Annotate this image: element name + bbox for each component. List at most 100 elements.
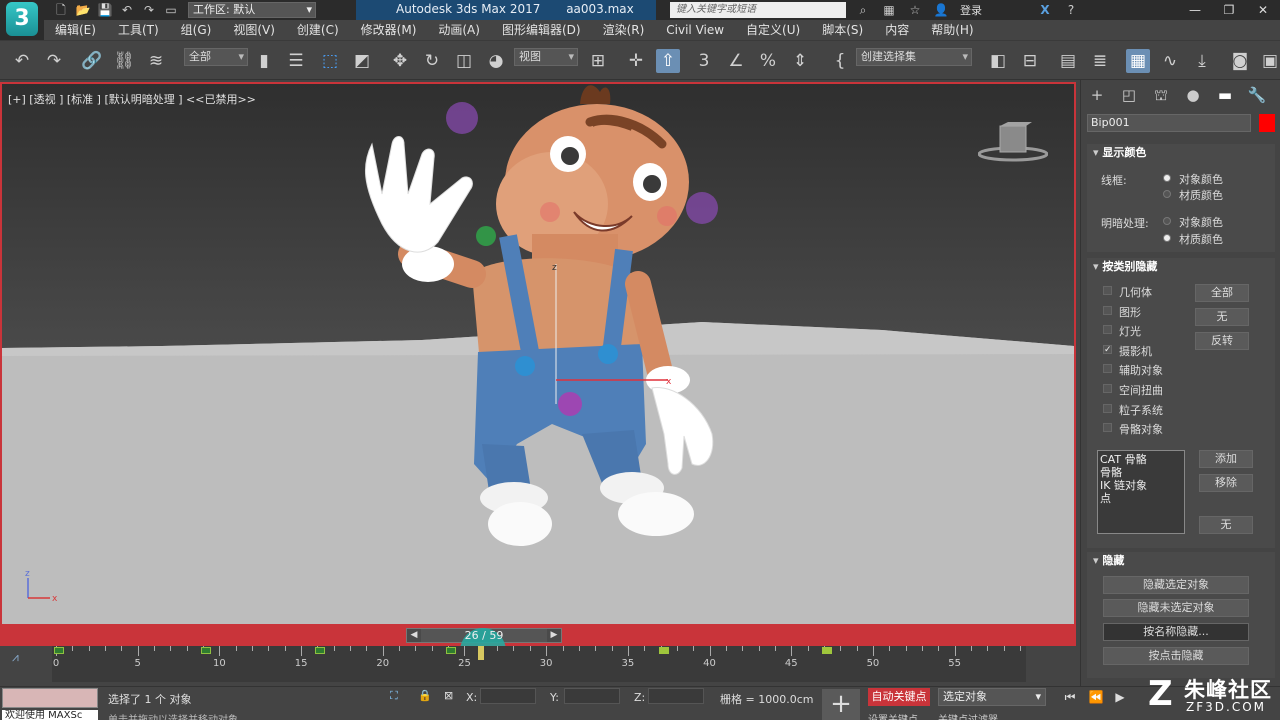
window-crossing-icon[interactable]: ◩ <box>350 49 374 73</box>
hide-header[interactable]: 隐藏 <box>1087 552 1275 570</box>
category-checkbox[interactable] <box>1103 305 1112 315</box>
display-color-header[interactable]: 显示颜色 <box>1087 144 1275 162</box>
viewcube-icon[interactable] <box>978 122 1048 166</box>
key-marker[interactable] <box>54 647 64 654</box>
list-item[interactable]: 点 <box>1100 492 1182 505</box>
maxscript-listener[interactable] <box>2 688 98 708</box>
hierarchy-tab-icon[interactable]: ⛫ <box>1149 84 1173 106</box>
hide-selected-button[interactable]: 隐藏选定对象 <box>1103 576 1249 594</box>
spinner-snap-icon[interactable]: ⇕ <box>788 49 812 73</box>
selected-object-dropdown[interactable]: 选定对象 <box>938 688 1046 706</box>
close-icon[interactable]: ✕ <box>1246 0 1280 20</box>
menu-edit[interactable]: 编辑(E) <box>44 20 107 40</box>
add-time-tag-icon[interactable]: + <box>822 689 860 720</box>
menu-rendering[interactable]: 渲染(R) <box>592 20 656 40</box>
favorites-star-icon[interactable]: ☆ <box>906 2 924 18</box>
perspective-viewport[interactable]: [+] [透视 ] [标准 ] [默认明暗处理 ] <<已禁用>> z x z … <box>0 82 1076 642</box>
previous-key-icon[interactable]: ⏪ <box>1086 688 1106 706</box>
menu-create[interactable]: 创建(C) <box>286 20 350 40</box>
ribbon-toggle-icon[interactable]: ▦ <box>1126 49 1150 73</box>
select-by-name-icon[interactable]: ☰ <box>284 49 308 73</box>
z-coordinate-field[interactable] <box>648 688 704 704</box>
menu-civil-view[interactable]: Civil View <box>655 20 735 40</box>
category-checkbox[interactable] <box>1103 384 1112 393</box>
all-button[interactable]: 全部 <box>1195 284 1249 302</box>
y-coordinate-field[interactable] <box>564 688 620 704</box>
reference-coordinate-dropdown[interactable]: 视图 <box>514 48 578 66</box>
select-manipulate-icon[interactable]: ✛ <box>624 49 648 73</box>
list-item[interactable]: 骨骼 <box>1100 466 1182 479</box>
category-listbox[interactable]: CAT 骨骼 骨骼 IK 链对象 点 <box>1097 450 1185 534</box>
isolate-selection-icon[interactable]: ⛶ <box>390 689 398 703</box>
rotate-icon[interactable]: ↻ <box>420 49 444 73</box>
undo-icon[interactable]: ↶ <box>118 2 136 18</box>
render-setup-icon[interactable]: ▣ <box>1258 49 1280 73</box>
key-marker[interactable] <box>201 647 212 654</box>
undo-tool-icon[interactable]: ↶ <box>10 49 34 73</box>
motion-tab-icon[interactable]: ● <box>1181 84 1205 106</box>
scale-icon[interactable]: ◫ <box>452 49 476 73</box>
key-filters-button[interactable]: 关键点过滤器... <box>938 711 1008 720</box>
object-color-swatch[interactable] <box>1259 114 1275 132</box>
remove-button[interactable]: 移除 <box>1199 474 1253 492</box>
project-icon[interactable]: ▭ <box>162 2 180 18</box>
go-to-start-icon[interactable]: ⏮ <box>1060 688 1080 706</box>
list-item[interactable]: CAT 骨骼 <box>1100 453 1182 466</box>
list-item[interactable]: IK 链对象 <box>1100 479 1182 492</box>
open-file-icon[interactable]: 📂 <box>74 2 92 18</box>
shaded-object-color-radio[interactable] <box>1163 217 1171 225</box>
subscription-icon[interactable]: ▦ <box>880 2 898 18</box>
hide-by-name-button[interactable]: 按名称隐藏... <box>1103 623 1249 641</box>
track-scale[interactable]: 0 5 10 15 20 25 30 35 40 45 50 55 <box>52 646 1026 682</box>
object-name-field[interactable]: Bip001 <box>1087 114 1251 132</box>
selection-lock-icon[interactable]: 🔒 <box>418 689 432 702</box>
restore-icon[interactable]: ❐ <box>1212 0 1246 20</box>
help-icon[interactable]: ? <box>1062 2 1080 18</box>
absolute-mode-icon[interactable]: ⊠ <box>444 689 453 702</box>
category-checkbox[interactable] <box>1103 403 1112 413</box>
schematic-view-icon[interactable]: ⤓ <box>1190 49 1214 73</box>
layer-explorer-icon[interactable]: ≣ <box>1088 49 1112 73</box>
menu-group[interactable]: 组(G) <box>170 20 223 40</box>
maxscript-mini-listener[interactable]: 欢迎使用 MAXSc <box>2 710 98 720</box>
hide-by-hit-button[interactable]: 按点击隐藏 <box>1103 647 1249 665</box>
key-marker[interactable] <box>821 647 832 654</box>
login-link[interactable]: 登录 <box>960 2 982 18</box>
keyboard-shortcut-override-icon[interactable]: ⇧ <box>656 49 680 73</box>
menu-tools[interactable]: 工具(T) <box>107 20 170 40</box>
menu-scripting[interactable]: 脚本(S) <box>811 20 874 40</box>
select-object-icon[interactable]: ▮ <box>252 49 276 73</box>
snap-toggle-icon[interactable]: 3 <box>692 49 716 73</box>
display-tab-icon[interactable]: ▬ <box>1213 84 1237 106</box>
new-file-icon[interactable]: 🗋 <box>52 2 70 18</box>
category-checkbox[interactable]: ✓ <box>1103 344 1112 354</box>
current-frame-indicator[interactable] <box>477 646 484 660</box>
menu-graph-editors[interactable]: 图形编辑器(D) <box>491 20 592 40</box>
track-bar[interactable]: ⩘ 0 5 10 15 20 25 30 35 40 45 50 55 <box>0 646 1076 686</box>
curve-editor-mini-icon[interactable]: ⩘ <box>12 650 19 665</box>
angle-snap-icon[interactable]: ∠ <box>724 49 748 73</box>
edit-named-selection-icon[interactable]: { <box>828 49 852 73</box>
x-coordinate-field[interactable] <box>480 688 536 704</box>
exchange-icon[interactable]: X <box>1036 2 1054 18</box>
menu-views[interactable]: 视图(V) <box>222 20 286 40</box>
menu-modifiers[interactable]: 修改器(M) <box>350 20 428 40</box>
material-editor-icon[interactable]: ◙ <box>1228 49 1252 73</box>
play-icon[interactable]: ▶ <box>1110 688 1130 706</box>
cartoon-character-model[interactable]: z x <box>342 84 762 554</box>
curve-editor-icon[interactable]: ∿ <box>1158 49 1182 73</box>
key-marker[interactable] <box>446 647 457 654</box>
move-icon[interactable]: ✥ <box>388 49 412 73</box>
menu-content[interactable]: 内容 <box>874 20 920 40</box>
shaded-material-color-radio[interactable] <box>1163 234 1171 242</box>
set-key-button[interactable]: 设置关键点 <box>868 711 918 720</box>
category-checkbox[interactable] <box>1103 364 1112 374</box>
menu-customize[interactable]: 自定义(U) <box>735 20 811 40</box>
key-marker[interactable] <box>658 647 669 654</box>
create-tab-icon[interactable]: + <box>1085 84 1109 106</box>
category-checkbox[interactable] <box>1103 325 1112 335</box>
redo-icon[interactable]: ↷ <box>140 2 158 18</box>
viewport-label[interactable]: [+] [透视 ] [标准 ] [默认明暗处理 ] <<已禁用>> <box>8 91 256 107</box>
modify-tab-icon[interactable]: ◰ <box>1117 84 1141 106</box>
rectangular-selection-icon[interactable]: ⬚ <box>318 49 342 73</box>
